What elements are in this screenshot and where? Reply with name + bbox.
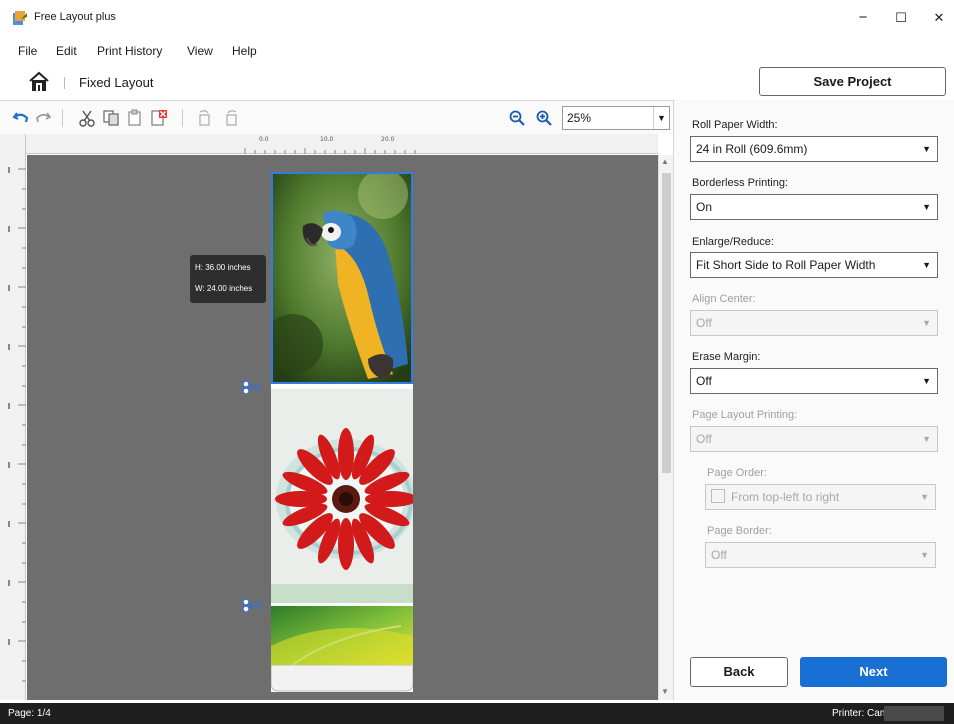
flower-photo — [271, 389, 413, 603]
cut-icon[interactable] — [78, 109, 96, 127]
scroll-up-icon[interactable]: ▲ — [661, 157, 669, 166]
parrot-photo — [273, 174, 411, 382]
zoom-value: 25% — [567, 111, 592, 125]
zoom-in-icon[interactable] — [535, 109, 553, 127]
page-order-value: From top-left to right — [731, 490, 840, 504]
redo-icon[interactable] — [34, 109, 52, 127]
scroll-down-icon[interactable]: ▼ — [661, 687, 669, 696]
next-button[interactable]: Next — [800, 657, 947, 687]
toolbar-separator — [62, 109, 63, 127]
page-order-icon — [711, 489, 725, 503]
canvas-scrollbar[interactable]: ▲ ▼ — [658, 155, 673, 700]
home-icon[interactable] — [28, 71, 50, 93]
window-title: Free Layout plus — [34, 11, 116, 23]
horizontal-ruler: 0.0 10.0 20.0 — [26, 134, 658, 154]
menu-help[interactable]: Help — [232, 44, 257, 58]
delete-icon[interactable] — [150, 109, 168, 127]
scrollbar-thumb[interactable] — [662, 173, 671, 473]
chevron-down-icon: ▼ — [922, 144, 931, 154]
page-order-label: Page Order: — [707, 467, 767, 479]
image-leaf[interactable] — [271, 606, 413, 666]
breadcrumb-separator — [64, 77, 65, 89]
leaf-photo — [271, 606, 413, 666]
chevron-down-icon: ▼ — [922, 434, 931, 444]
title-bar: Free Layout plus − ☐ ✕ — [0, 0, 954, 36]
minimize-button[interactable]: − — [848, 8, 878, 28]
align-center-value: Off — [696, 316, 712, 330]
erase-margin-select[interactable]: Off ▼ — [690, 368, 938, 394]
menu-bar: File Edit Print History View Help — [0, 40, 400, 62]
scissors-icon — [242, 598, 263, 612]
size-tooltip: H: 36.00 inches W: 24.00 inches — [190, 255, 266, 303]
roll-end-icon — [271, 665, 413, 692]
enlarge-reduce-select[interactable]: Fit Short Side to Roll Paper Width ▼ — [690, 252, 938, 278]
settings-panel: Roll Paper Width: 24 in Roll (609.6mm) ▼… — [673, 100, 954, 700]
app-window: Free Layout plus − ☐ ✕ File Edit Print H… — [0, 0, 954, 724]
enlarge-reduce-value: Fit Short Side to Roll Paper Width — [696, 258, 876, 272]
image-parrot[interactable] — [271, 172, 413, 384]
chevron-down-icon: ▼ — [922, 202, 931, 212]
page-border-value: Off — [711, 548, 727, 562]
ruler-label: 20.0 — [381, 136, 395, 143]
vertical-ruler — [0, 134, 26, 700]
roll-paper-width-value: 24 in Roll (609.6mm) — [696, 142, 808, 156]
chevron-down-icon: ▼ — [920, 550, 929, 560]
breadcrumb: Fixed Layout — [0, 66, 400, 98]
page-indicator: Page: 1/4 — [8, 708, 51, 719]
image-flower[interactable] — [271, 389, 413, 603]
ruler-ticks — [8, 167, 26, 682]
zoom-select[interactable]: 25% ▼ — [562, 106, 670, 130]
page-border-label: Page Border: — [707, 525, 772, 537]
copy-icon[interactable] — [102, 109, 120, 127]
ruler-label: 0.0 — [259, 136, 269, 143]
scissors-icon — [242, 380, 263, 394]
menu-file[interactable]: File — [18, 44, 37, 58]
menu-edit[interactable]: Edit — [56, 44, 77, 58]
ruler-ticks — [244, 148, 416, 154]
menu-view[interactable]: View — [187, 44, 213, 58]
page-border-select: Off ▼ — [705, 542, 936, 568]
close-button[interactable]: ✕ — [924, 8, 954, 28]
menu-print-history[interactable]: Print History — [97, 44, 162, 58]
redacted-area — [884, 706, 944, 721]
tooltip-width: W: 24.00 inches — [195, 284, 253, 293]
borderless-printing-label: Borderless Printing: — [692, 177, 788, 189]
page-layout-printing-value: Off — [696, 432, 712, 446]
chevron-down-icon: ▼ — [920, 492, 929, 502]
align-center-label: Align Center: — [692, 293, 756, 305]
erase-margin-value: Off — [696, 374, 712, 388]
erase-margin-label: Erase Margin: — [692, 351, 761, 363]
borderless-printing-value: On — [696, 200, 713, 214]
page-layout-printing-label: Page Layout Printing: — [692, 409, 798, 421]
chevron-down-icon: ▼ — [653, 107, 669, 129]
chevron-down-icon: ▼ — [922, 376, 931, 386]
rotate-right-icon[interactable] — [222, 109, 240, 127]
paste-icon[interactable] — [126, 109, 144, 127]
chevron-down-icon: ▼ — [922, 318, 931, 328]
borderless-printing-select[interactable]: On ▼ — [690, 194, 938, 220]
tooltip-height: H: 36.00 inches — [195, 263, 251, 272]
rotate-left-icon[interactable] — [196, 109, 214, 127]
maximize-button[interactable]: ☐ — [886, 8, 916, 28]
save-project-button[interactable]: Save Project — [759, 67, 946, 96]
roll-paper-width-label: Roll Paper Width: — [692, 119, 778, 131]
layout-canvas[interactable]: H: 36.00 inches W: 24.00 inches — [27, 155, 658, 700]
page-order-select: From top-left to right ▼ — [705, 484, 936, 510]
back-button[interactable]: Back — [690, 657, 788, 687]
app-logo-icon — [13, 11, 27, 25]
toolbar-separator — [182, 109, 183, 127]
ruler-label: 10.0 — [320, 136, 334, 143]
align-center-select: Off ▼ — [690, 310, 938, 336]
status-bar: Page: 1/4 Printer: Canon — [0, 703, 954, 724]
enlarge-reduce-label: Enlarge/Reduce: — [692, 236, 774, 248]
toolbar: 25% ▼ — [0, 100, 673, 134]
breadcrumb-current: Fixed Layout — [79, 75, 154, 90]
chevron-down-icon: ▼ — [922, 260, 931, 270]
zoom-out-icon[interactable] — [508, 109, 526, 127]
page-layout-printing-select: Off ▼ — [690, 426, 938, 452]
roll-paper-width-select[interactable]: 24 in Roll (609.6mm) ▼ — [690, 136, 938, 162]
undo-icon[interactable] — [12, 109, 30, 127]
